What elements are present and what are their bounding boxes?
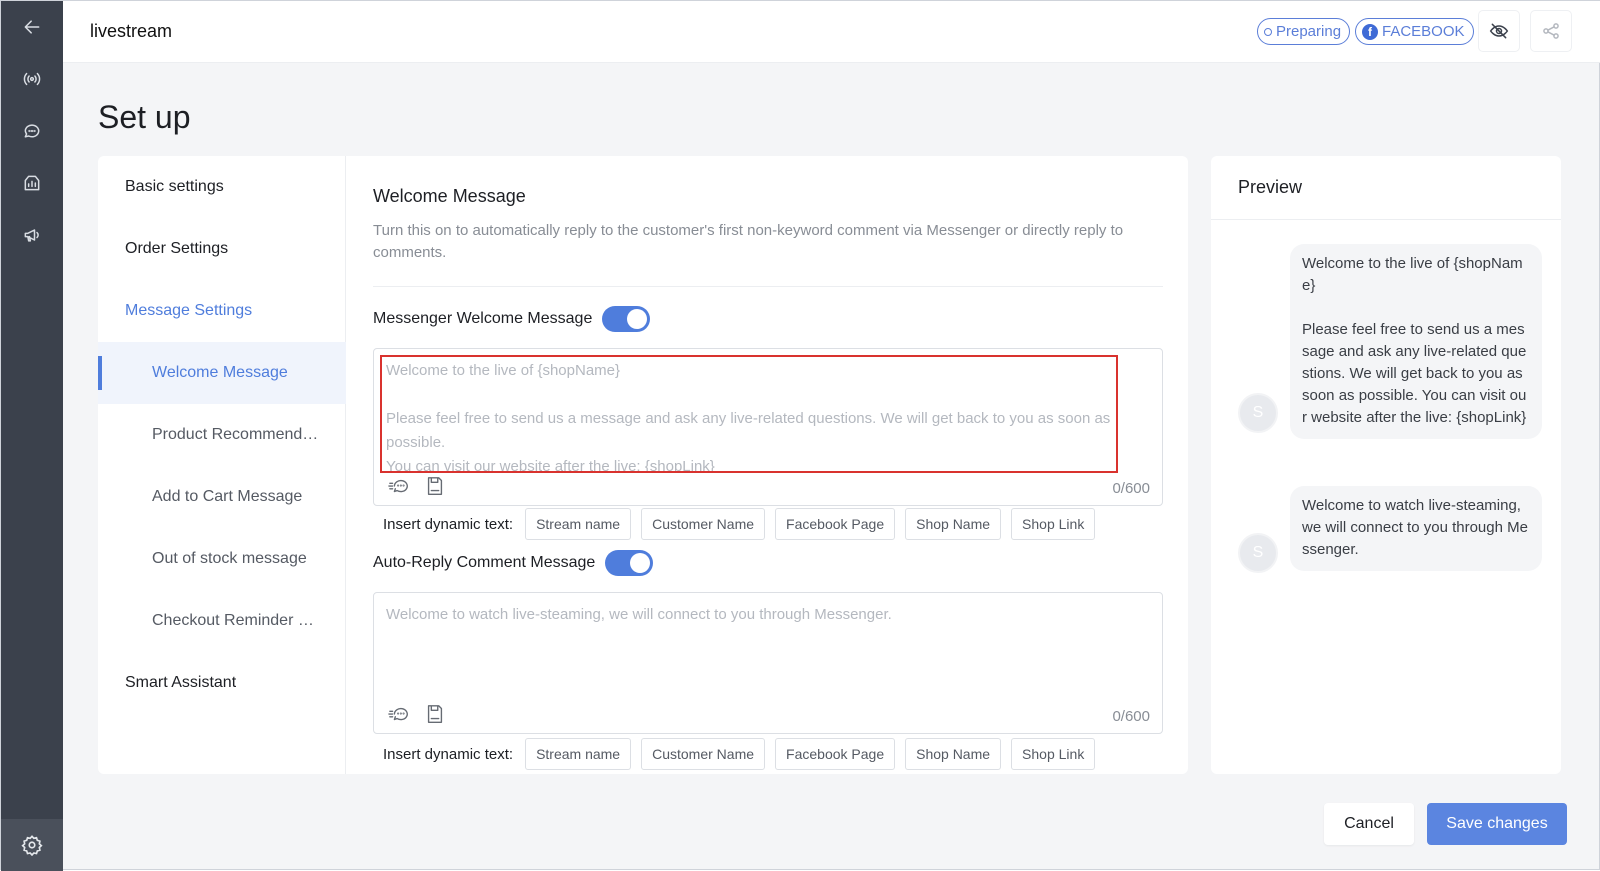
section-description: Turn this on to automatically reply to t…: [373, 222, 1124, 261]
hide-preview-button[interactable]: [1479, 11, 1519, 51]
nav-welcome-message[interactable]: Welcome Message: [98, 342, 346, 404]
eye-off-icon: [1489, 23, 1509, 39]
analytics-icon[interactable]: [12, 163, 52, 203]
settings-content: Welcome Message Turn this on to automati…: [346, 156, 1188, 774]
chip-stream-name[interactable]: Stream name: [525, 508, 632, 540]
preview-panel: Preview S Welcome to the live of {shopNa…: [1211, 156, 1561, 774]
settings-gear-icon[interactable]: [1, 819, 63, 871]
messenger-char-counter: 0/600: [1112, 480, 1150, 497]
platform-badge: f FACEBOOK: [1355, 18, 1474, 45]
chip-facebook-page[interactable]: Facebook Page: [775, 738, 896, 770]
chip-shop-name[interactable]: Shop Name: [905, 508, 1002, 540]
avatar: S: [1238, 393, 1278, 433]
share-button[interactable]: [1531, 11, 1571, 51]
preview-bubble: Welcome to watch live-steaming, we will …: [1290, 486, 1542, 571]
status-dot-icon: [1264, 27, 1272, 36]
messenger-tools: [388, 475, 446, 497]
comment-placeholder: Welcome to watch live-steaming, we will …: [386, 606, 892, 623]
save-changes-button[interactable]: Save changes: [1427, 803, 1567, 845]
comment-message-input[interactable]: Welcome to watch live-steaming, we will …: [373, 592, 1163, 734]
chat-icon[interactable]: [12, 111, 52, 151]
back-arrow-icon[interactable]: [12, 7, 52, 47]
comment-toggle-row: Auto-Reply Comment Message: [373, 550, 654, 576]
nav-label: Product Recommend…: [152, 426, 319, 443]
megaphone-icon[interactable]: [12, 215, 52, 255]
share-icon: [1543, 23, 1559, 39]
app-window: livestream Preparing f FACEBOOK Set up B…: [0, 0, 1600, 871]
chip-facebook-page[interactable]: Facebook Page: [775, 508, 896, 540]
settings-nav: Basic settings Order Settings Message Se…: [98, 156, 346, 774]
nav-message-settings[interactable]: Message Settings: [98, 280, 346, 342]
dynamic-text-label: Insert dynamic text:: [383, 515, 514, 533]
status-badge-label: Preparing: [1276, 23, 1342, 40]
comment-tools: [388, 703, 446, 725]
nav-smart-assistant[interactable]: Smart Assistant: [98, 652, 346, 714]
app-title: livestream: [90, 21, 173, 41]
left-rail: [1, 1, 63, 871]
preview-title: Preview: [1211, 156, 1561, 220]
comment-char-counter: 0/600: [1112, 708, 1150, 725]
messenger-toggle[interactable]: [602, 306, 651, 332]
preview-bubble: Welcome to the live of {shopName} Please…: [1290, 244, 1542, 439]
nav-label: Checkout Reminder …: [152, 612, 314, 629]
avatar: S: [1238, 533, 1278, 573]
nav-out-of-stock[interactable]: Out of stock message: [98, 528, 346, 590]
nav-basic-settings[interactable]: Basic settings: [98, 156, 346, 218]
settings-card: Basic settings Order Settings Message Se…: [98, 156, 1188, 774]
chip-shop-link[interactable]: Shop Link: [1011, 738, 1096, 770]
platform-badge-label: FACEBOOK: [1382, 23, 1465, 40]
page-title: Set up: [98, 99, 191, 135]
nav-order-settings[interactable]: Order Settings: [98, 218, 346, 280]
chip-shop-link[interactable]: Shop Link: [1011, 508, 1096, 540]
messenger-message-input[interactable]: Welcome to the live of {shopName} Please…: [373, 348, 1163, 506]
chip-customer-name[interactable]: Customer Name: [641, 508, 766, 540]
status-badge: Preparing: [1257, 18, 1351, 45]
messenger-toggle-row: Messenger Welcome Message: [373, 306, 651, 332]
preview-message-2: S Welcome to watch live-steaming, we wil…: [1238, 486, 1542, 573]
divider: [373, 286, 1163, 287]
chip-customer-name[interactable]: Customer Name: [641, 738, 766, 770]
nav-add-to-cart[interactable]: Add to Cart Message: [98, 466, 346, 528]
highlight-box: [380, 355, 1118, 473]
save-template-icon[interactable]: [424, 475, 446, 497]
quick-reply-icon[interactable]: [388, 475, 410, 497]
nav-label: Message Settings: [125, 302, 253, 319]
section-title: Welcome Message: [373, 186, 526, 206]
dynamic-text-label: Insert dynamic text:: [383, 745, 514, 763]
quick-reply-icon[interactable]: [388, 703, 410, 725]
comment-toggle-label: Auto-Reply Comment Message: [373, 554, 596, 571]
nav-label: Add to Cart Message: [152, 488, 303, 505]
messenger-dynamic-row: Insert dynamic text: Stream name Custome…: [383, 508, 1096, 540]
chip-shop-name[interactable]: Shop Name: [905, 738, 1002, 770]
top-bar: livestream Preparing f FACEBOOK: [63, 1, 1600, 63]
nav-label: Order Settings: [125, 240, 229, 257]
nav-checkout-reminder[interactable]: Checkout Reminder …: [98, 590, 346, 652]
comment-toggle[interactable]: [605, 550, 654, 576]
nav-label: Welcome Message: [152, 364, 288, 381]
facebook-icon: f: [1362, 23, 1378, 40]
save-template-icon[interactable]: [424, 703, 446, 725]
chip-stream-name[interactable]: Stream name: [525, 738, 632, 770]
nav-product-recommend[interactable]: Product Recommend…: [98, 404, 346, 466]
nav-label: Smart Assistant: [125, 674, 237, 691]
nav-label: Out of stock message: [152, 550, 307, 567]
cancel-button[interactable]: Cancel: [1324, 803, 1414, 845]
comment-dynamic-row: Insert dynamic text: Stream name Custome…: [383, 738, 1096, 770]
preview-message-1: S Welcome to the live of {shopName} Plea…: [1238, 244, 1542, 439]
nav-label: Basic settings: [125, 178, 224, 195]
messenger-toggle-label: Messenger Welcome Message: [373, 310, 593, 327]
broadcast-icon[interactable]: [12, 59, 52, 99]
